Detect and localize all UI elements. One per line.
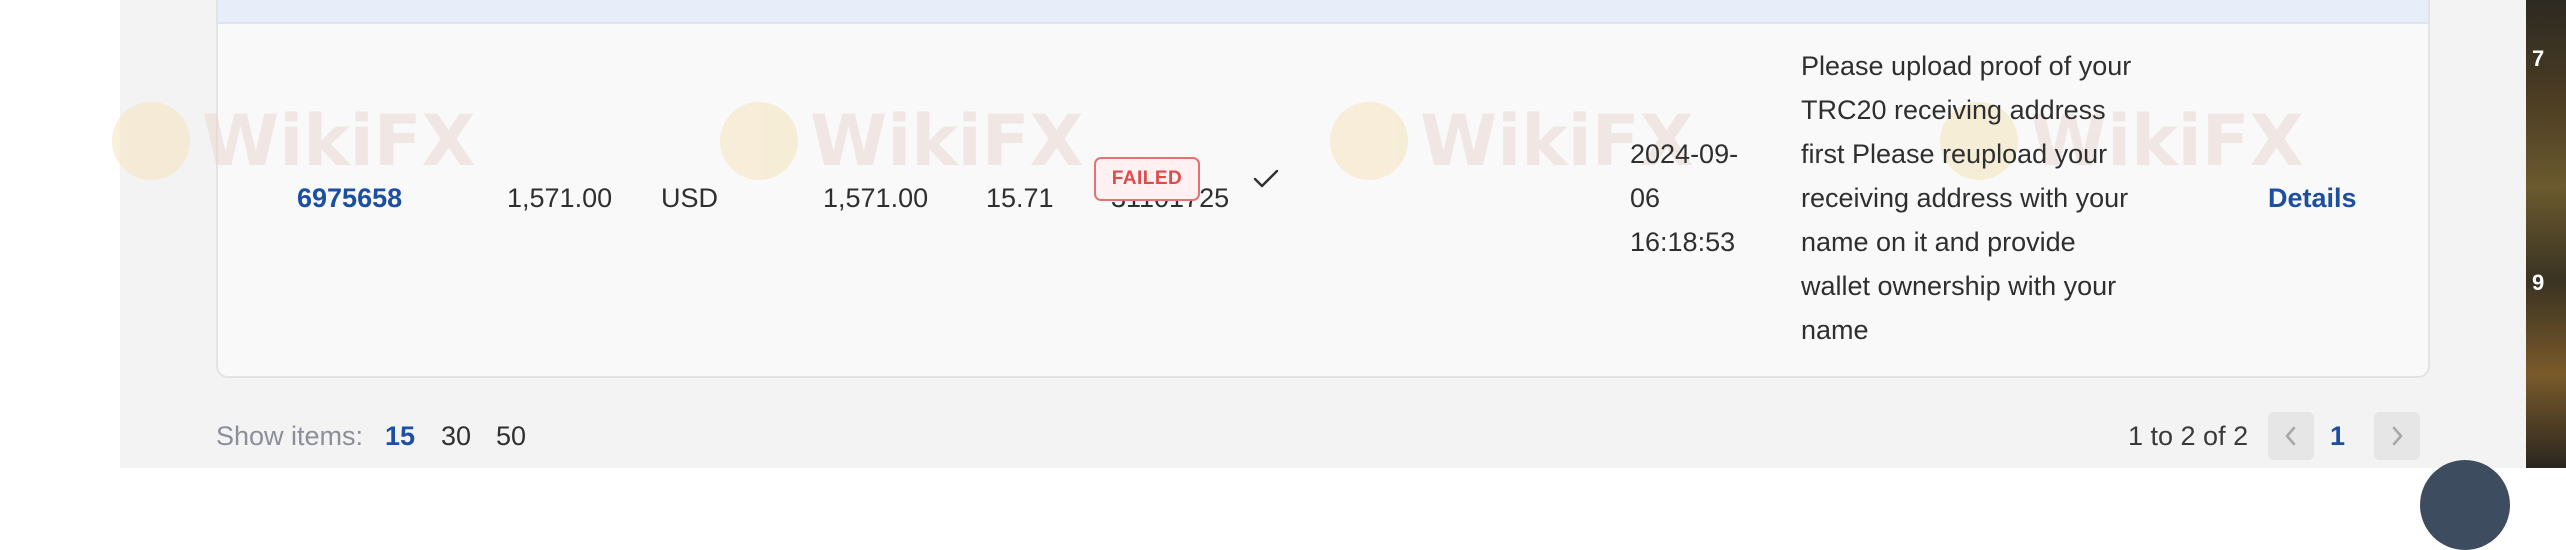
- currency-cell: USD: [661, 183, 719, 213]
- page-size-30[interactable]: 30: [441, 414, 471, 458]
- current-page-number[interactable]: 1: [2330, 414, 2345, 458]
- show-items-label: Show items:: [216, 421, 364, 451]
- chevron-right-icon: [2392, 426, 2403, 446]
- edge-number: 9: [2532, 270, 2545, 295]
- actual-amount-cell: 1,571.00: [823, 183, 929, 213]
- page-size-15[interactable]: 15: [385, 414, 415, 458]
- order-id-link[interactable]: 6975658: [297, 176, 402, 220]
- floating-action-button[interactable]: [2420, 460, 2510, 550]
- fee-cell: 15.71: [986, 183, 1054, 213]
- table-header: [218, 0, 2428, 24]
- check-icon: [1253, 169, 1279, 188]
- remark-cell: Please upload proof of your TRC20 receiv…: [1801, 51, 2132, 345]
- page-size-50[interactable]: 50: [496, 414, 526, 458]
- amount-cell: 1,571.00: [507, 183, 613, 213]
- edge-number: 7: [2532, 46, 2545, 71]
- details-link[interactable]: Details: [2268, 176, 2357, 220]
- status-badge: FAILED: [1094, 157, 1200, 201]
- chevron-left-icon: [2285, 426, 2296, 446]
- prev-page-button[interactable]: [2268, 412, 2314, 460]
- pagination-range: 1 to 2 of 2: [2128, 421, 2249, 451]
- datetime-cell: 2024-09- 06 16:18:53: [1630, 139, 1739, 257]
- next-page-button[interactable]: [2374, 412, 2420, 460]
